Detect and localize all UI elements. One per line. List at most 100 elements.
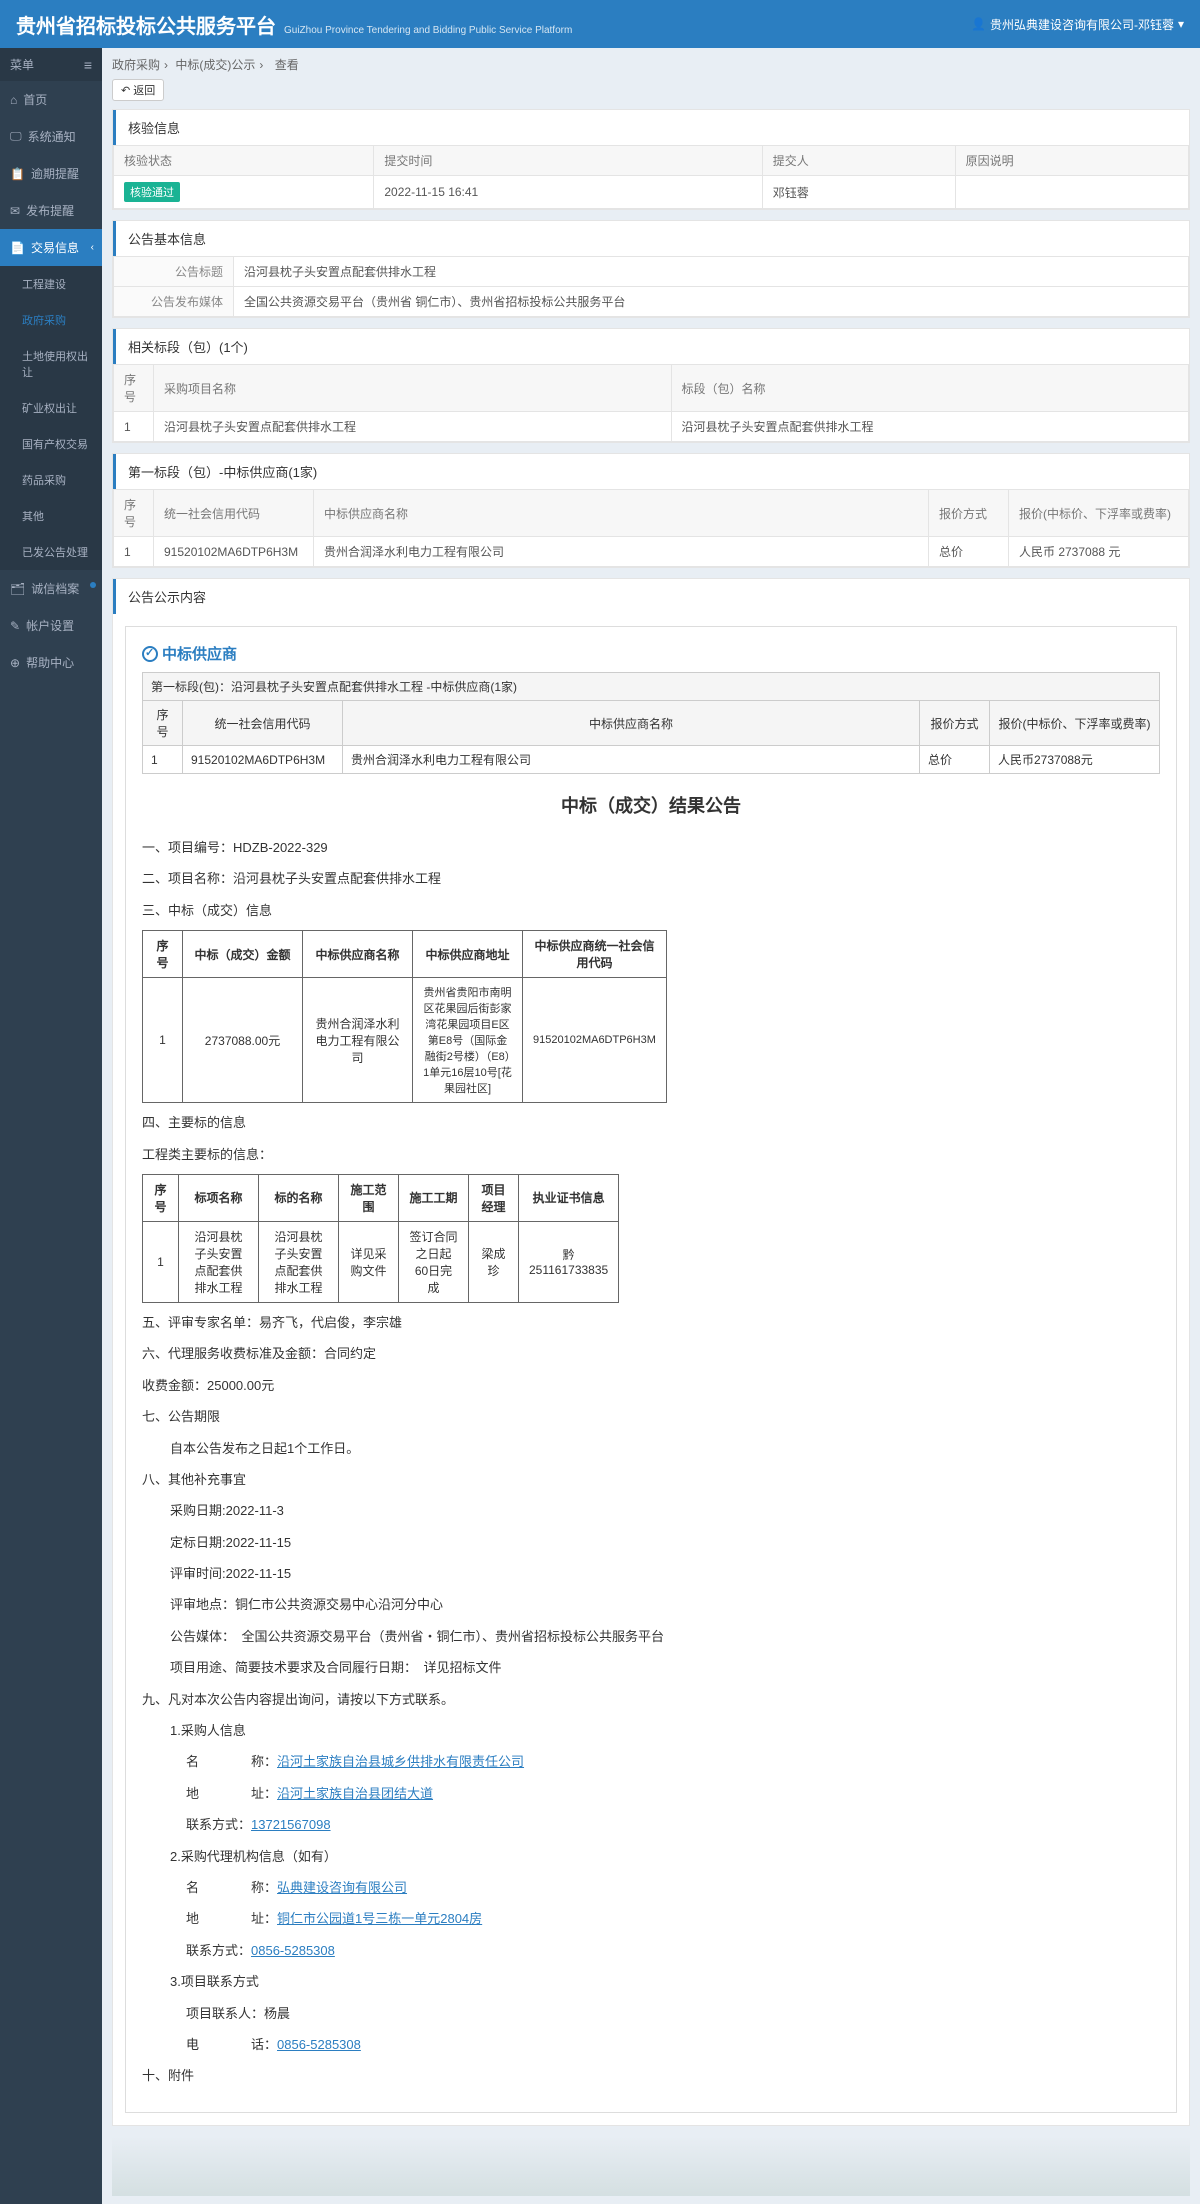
content-title: 公告公示内容 [113, 579, 1189, 614]
buyer-tel-link[interactable]: 13721567098 [251, 1817, 331, 1832]
related-panel: 相关标段（包）(1个) 序号 采购项目名称 标段（包）名称 1 沿河县枕子头安置… [112, 328, 1190, 443]
lbl-name: 公告标题 [114, 257, 234, 287]
header: 贵州省招标投标公共服务平台 GuiZhou Province Tendering… [0, 0, 1200, 48]
menu-heading: 菜单 [0, 48, 102, 81]
sec-9-1: 1.采购人信息 [170, 1719, 1160, 1742]
sidebar-item-credit[interactable]: 🗂诚信档案 [0, 570, 102, 607]
sec-8b: 定标日期:2022-11-15 [170, 1531, 1160, 1554]
bars-icon[interactable] [84, 57, 92, 73]
sidebar-item-help[interactable]: ⊕帮助中心 [0, 644, 102, 681]
winner-panel: 第一标段（包）-中标供应商(1家) 序号 统一社会信用代码 中标供应商名称 报价… [112, 453, 1190, 568]
row-buyer-addr: 地 址：沿河土家族自治县团结大道 [186, 1782, 1160, 1805]
sec-8f: 项目用途、简要技术要求及合同履行日期： 详见招标文件 [170, 1656, 1160, 1679]
user-name: 贵州弘典建设咨询有限公司-邓钰蓉 [990, 16, 1174, 33]
row-agent-tel: 联系方式：0856-5285308 [186, 1939, 1160, 1962]
sidebar-sub-land[interactable]: 土地使用权出让 [0, 338, 102, 390]
sec-2: 二、项目名称：沿河县枕子头安置点配套供排水工程 [142, 867, 1160, 890]
sec-10: 十、附件 [142, 2064, 1160, 2087]
sec-8a: 采购日期:2022-11-3 [170, 1499, 1160, 1522]
sec-5: 五、评审专家名单：易齐飞，代启俊，李宗雄 [142, 1311, 1160, 1334]
notification-dot-icon [90, 582, 96, 588]
sidebar-sub-other[interactable]: 其他 [0, 498, 102, 534]
verify-reason [955, 176, 1188, 209]
buyer-name-link[interactable]: 沿河土家族自治县城乡供排水有限责任公司 [277, 1754, 524, 1769]
val-name: 沿河县枕子头安置点配套供排水工程 [234, 257, 1189, 287]
sidebar-sub-gov[interactable]: 政府采购 [0, 302, 102, 338]
supplier-heading: 中标供应商 [142, 643, 1160, 664]
sidebar-item-home[interactable]: ⌂首页 [0, 81, 102, 118]
announce-title: 中标（成交）结果公告 [142, 792, 1160, 818]
sec-4: 四、主要标的信息 [142, 1111, 1160, 1134]
basic-panel: 公告基本信息 公告标题沿河县枕子头安置点配套供排水工程 公告发布媒体全国公共资源… [112, 220, 1190, 318]
col-status: 核验状态 [114, 146, 374, 176]
sec-8c: 评审时间:2022-11-15 [170, 1562, 1160, 1585]
winner-title: 第一标段（包）-中标供应商(1家) [113, 454, 1189, 489]
id-icon: 🗂 [10, 582, 25, 596]
verify-time: 2022-11-15 16:41 [374, 176, 762, 209]
sidebar-sub-construction[interactable]: 工程建设 [0, 266, 102, 302]
crumb-2[interactable]: 中标(成交)公示 [175, 58, 255, 72]
user-icon [971, 17, 986, 31]
sec-6a: 收费金额：25000.00元 [142, 1374, 1160, 1397]
val-media: 全国公共资源交易平台（贵州省 铜仁市）、贵州省招标投标公共服务平台 [234, 287, 1189, 317]
buyer-addr-link[interactable]: 沿河土家族自治县团结大道 [277, 1786, 433, 1801]
sec-8e: 公告媒体： 全国公共资源交易平台（贵州省・铜仁市）、贵州省招标投标公共服务平台 [170, 1625, 1160, 1648]
help-icon: ⊕ [10, 656, 20, 670]
crumb-3: 查看 [275, 58, 299, 72]
agent-name-link[interactable]: 弘典建设咨询有限公司 [277, 1880, 407, 1895]
bid-info-table: 序号 中标（成交）金额 中标供应商名称 中标供应商地址 中标供应商统一社会信用代… [142, 930, 667, 1103]
monitor-icon: 🖵 [10, 129, 22, 144]
sec-9: 九、凡对本次公告内容提出询问，请按以下方式联系。 [142, 1688, 1160, 1711]
sec-4a: 工程类主要标的信息： [142, 1143, 1160, 1166]
row-buyer-tel: 联系方式：13721567098 [186, 1813, 1160, 1836]
table-row: 1 沿河县枕子头安置点配套供排水工程 沿河县枕子头安置点配套供排水工程 详见采购… [143, 1221, 619, 1302]
calendar-icon: 📋 [10, 167, 25, 181]
chevron-down-icon: ▾ [1178, 17, 1184, 31]
agent-tel-link[interactable]: 0856-5285308 [251, 1943, 335, 1958]
sidebar-item-overdue[interactable]: 📋逾期提醒 [0, 155, 102, 192]
agent-addr-link[interactable]: 铜仁市公园道1号三栋一单元2804房 [277, 1911, 482, 1926]
row-contact-name: 项目联系人：杨晨 [186, 2002, 1160, 2025]
app-title: 贵州省招标投标公共服务平台 [16, 10, 276, 39]
row-buyer-name: 名 称：沿河土家族自治县城乡供排水有限责任公司 [186, 1750, 1160, 1773]
sec-7a: 自本公告发布之日起1个工作日。 [170, 1437, 1160, 1460]
home-icon: ⌂ [10, 93, 17, 107]
back-button[interactable]: ↶ 返回 [112, 79, 164, 101]
sidebar-item-notice[interactable]: 🖵系统通知 [0, 118, 102, 155]
main-content: 政府采购› 中标(成交)公示› 查看 ↶ 返回 核验信息 核验状态 提交时间 提… [102, 48, 1200, 2204]
sec-6: 六、代理服务收费标准及金额：合同约定 [142, 1342, 1160, 1365]
target-table: 序号 标项名称 标的名称 施工范围 施工工期 项目经理 执业证书信息 1 沿河县… [142, 1174, 619, 1303]
content-panel: 公告公示内容 中标供应商 第一标段(包)：沿河县枕子头安置点配套供排水工程 -中… [112, 578, 1190, 2126]
doc-icon: 📄 [10, 241, 25, 255]
sidebar-item-account[interactable]: ✎帐户设置 [0, 607, 102, 644]
col-reason: 原因说明 [955, 146, 1188, 176]
contact-tel-link[interactable]: 0856-5285308 [277, 2037, 361, 2052]
submenu: 工程建设 政府采购 土地使用权出让 矿业权出让 国有产权交易 药品采购 其他 已… [0, 266, 102, 570]
sidebar-sub-drug[interactable]: 药品采购 [0, 462, 102, 498]
sec-8d: 评审地点：铜仁市公共资源交易中心沿河分中心 [170, 1593, 1160, 1616]
sidebar-item-publish[interactable]: ✉发布提醒 [0, 192, 102, 229]
table-row: 1 91520102MA6DTP6H3M 贵州合润泽水利电力工程有限公司 总价 … [143, 746, 1160, 774]
sidebar-item-trade[interactable]: 📄交易信息‹ [0, 229, 102, 266]
basic-title: 公告基本信息 [113, 221, 1189, 256]
status-badge: 核验通过 [124, 182, 180, 202]
sidebar: 菜单 ⌂首页 🖵系统通知 📋逾期提醒 ✉发布提醒 📄交易信息‹ 工程建设 政府采… [0, 48, 102, 2204]
check-circle-icon [142, 646, 158, 662]
sidebar-sub-published[interactable]: 已发公告处理 [0, 534, 102, 570]
gear-icon: ✎ [10, 619, 20, 633]
sec-3: 三、中标（成交）信息 [142, 899, 1160, 922]
sidebar-sub-mine[interactable]: 矿业权出让 [0, 390, 102, 426]
sec-9-3: 3.项目联系方式 [170, 1970, 1160, 1993]
sidebar-sub-state[interactable]: 国有产权交易 [0, 426, 102, 462]
crumb-1[interactable]: 政府采购 [112, 58, 160, 72]
col-time: 提交时间 [374, 146, 762, 176]
sec-8: 八、其他补充事宜 [142, 1468, 1160, 1491]
table-row: 1 2737088.00元 贵州合润泽水利电力工程有限公司 贵州省贵阳市南明区花… [143, 978, 667, 1103]
user-info[interactable]: 贵州弘典建设咨询有限公司-邓钰蓉 ▾ [971, 16, 1184, 33]
app-subtitle: GuiZhou Province Tendering and Bidding P… [284, 25, 572, 36]
table-row: 1 91520102MA6DTP6H3M 贵州合润泽水利电力工程有限公司 总价 … [114, 537, 1189, 567]
row-agent-name: 名 称：弘典建设咨询有限公司 [186, 1876, 1160, 1899]
related-title: 相关标段（包）(1个) [113, 329, 1189, 364]
row-agent-addr: 地 址：铜仁市公园道1号三栋一单元2804房 [186, 1907, 1160, 1930]
caption: 第一标段(包)：沿河县枕子头安置点配套供排水工程 -中标供应商(1家) [143, 673, 1160, 701]
